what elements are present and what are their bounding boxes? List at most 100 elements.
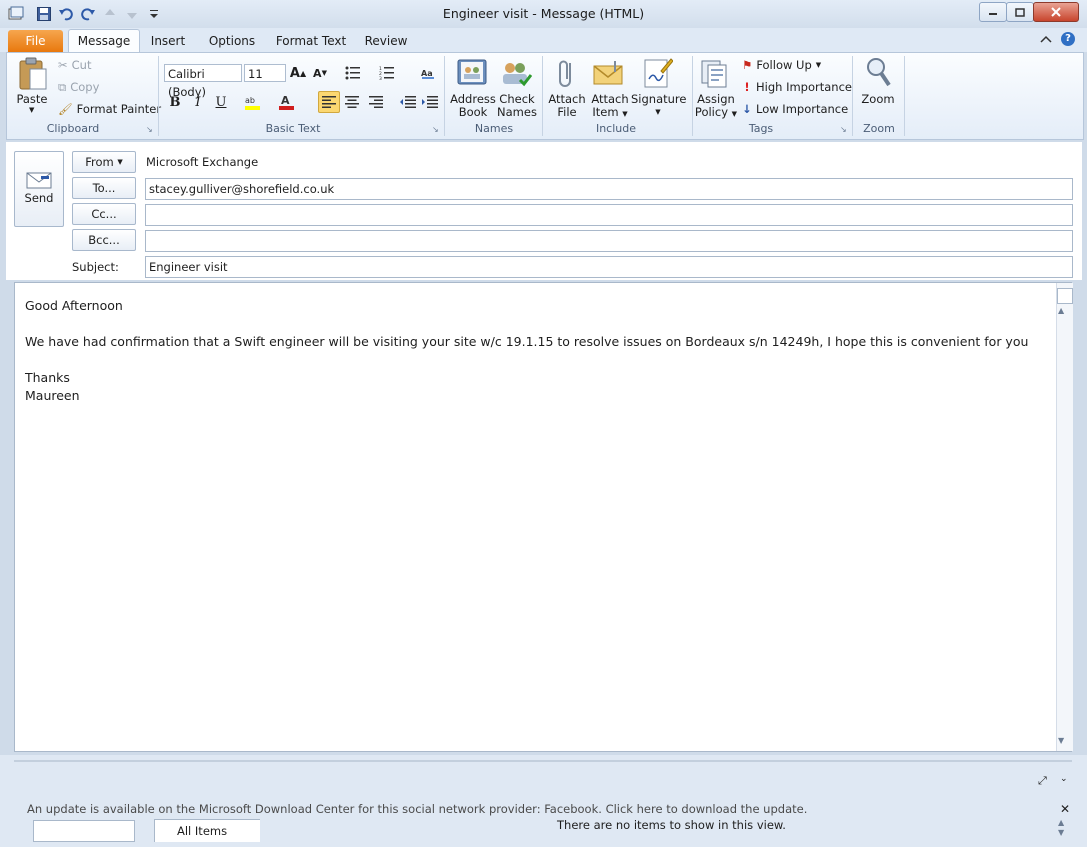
attach-item-button[interactable]: Attach Item ▼: [589, 93, 631, 121]
copy-button[interactable]: ⧉ Copy: [58, 78, 99, 96]
subject-field[interactable]: Engineer visit: [145, 256, 1073, 278]
assign-policy-icon[interactable]: [700, 57, 732, 92]
from-dropdown-icon: ▼: [117, 158, 123, 166]
numbering-icon[interactable]: 123: [377, 63, 397, 83]
scroll-up-icon[interactable]: ▲: [1058, 306, 1064, 315]
check-names-icon[interactable]: [500, 58, 533, 91]
svg-text:Aa: Aa: [421, 69, 433, 78]
update-notification[interactable]: An update is available on the Microsoft …: [27, 802, 807, 816]
tab-review[interactable]: Review: [360, 30, 412, 52]
paintbrush-icon: 🖌: [58, 102, 73, 116]
format-painter-button[interactable]: 🖌 Format Painter: [58, 100, 161, 118]
svg-text:A: A: [281, 94, 290, 107]
collapse-pane-icon[interactable]: ⌄: [1060, 774, 1068, 784]
person-photo-placeholder: [33, 820, 135, 842]
subject-label: Subject:: [72, 260, 119, 274]
flag-icon: ⚑: [742, 58, 753, 72]
assign-policy-button[interactable]: Assign Policy ▼: [694, 93, 738, 121]
help-icon[interactable]: ?: [1061, 32, 1075, 46]
send-envelope-icon: [26, 172, 52, 193]
align-left-icon[interactable]: [318, 91, 340, 113]
tab-format-text[interactable]: Format Text: [274, 30, 348, 52]
close-button[interactable]: [1033, 2, 1079, 22]
message-body[interactable]: [14, 282, 1072, 752]
zoom-button[interactable]: Zoom: [858, 93, 898, 106]
maximize-button[interactable]: [1006, 2, 1034, 22]
paste-dropdown-icon[interactable]: ▼: [29, 106, 34, 114]
paste-icon[interactable]: [18, 57, 48, 94]
vertical-scrollbar[interactable]: [1056, 283, 1073, 751]
zoom-group-label: Zoom: [863, 122, 895, 135]
address-book-icon[interactable]: [456, 58, 488, 91]
basic-text-launcher-icon[interactable]: ↘: [432, 125, 439, 134]
tab-file[interactable]: File: [8, 30, 63, 52]
tab-insert[interactable]: Insert: [145, 30, 191, 52]
people-pane-scroll-icon[interactable]: ▲ ▼: [1058, 818, 1064, 838]
cc-button[interactable]: Cc...: [72, 203, 136, 225]
ruler-toggle-icon[interactable]: [1057, 288, 1073, 304]
minimize-button[interactable]: [979, 2, 1007, 22]
tab-message[interactable]: Message: [68, 29, 140, 53]
highlight-icon[interactable]: ab: [243, 92, 263, 112]
svg-text:ab: ab: [245, 96, 255, 105]
magnifier-icon[interactable]: [864, 56, 892, 91]
send-button[interactable]: Send: [14, 151, 64, 227]
italic-icon[interactable]: I: [188, 92, 208, 112]
minimize-ribbon-icon[interactable]: [1040, 33, 1052, 47]
clipboard-group-label: Clipboard: [46, 122, 100, 135]
shrink-font-icon[interactable]: A ▼: [310, 63, 330, 83]
cut-button[interactable]: ✂ Cut: [58, 56, 91, 74]
signature-button[interactable]: Signature ▼: [631, 93, 686, 119]
underline-icon[interactable]: U: [211, 92, 231, 112]
to-button[interactable]: To...: [72, 177, 136, 199]
bullets-icon[interactable]: [343, 63, 363, 83]
attach-file-button[interactable]: Attach File: [547, 93, 587, 119]
include-group-label: Include: [595, 122, 637, 135]
bold-icon[interactable]: B: [165, 92, 185, 112]
body-greeting: Good Afternoon: [25, 298, 123, 313]
paste-button[interactable]: Paste: [14, 93, 50, 106]
window-title: Engineer visit - Message (HTML): [442, 6, 645, 21]
align-right-icon[interactable]: [366, 92, 386, 112]
increase-indent-icon[interactable]: [420, 92, 440, 112]
body-thanks: Thanks: [25, 370, 70, 385]
close-notification-icon[interactable]: ✕: [1060, 802, 1070, 816]
exclamation-icon: !: [744, 80, 750, 94]
copy-icon: ⧉: [58, 79, 67, 94]
bcc-field[interactable]: [145, 230, 1073, 252]
font-color-icon[interactable]: A: [277, 92, 297, 112]
envelope-icon[interactable]: [593, 60, 625, 89]
expand-pane-icon[interactable]: ⤢: [1038, 774, 1047, 788]
high-importance-button[interactable]: ! High Importance: [742, 78, 852, 96]
svg-text:3: 3: [379, 76, 382, 80]
group-divider: [904, 56, 905, 136]
group-divider: [692, 56, 693, 136]
tab-options[interactable]: Options: [204, 30, 260, 52]
clipboard-launcher-icon[interactable]: ↘: [146, 125, 153, 134]
signature-dropdown-icon: ▼: [655, 108, 661, 116]
bcc-button[interactable]: Bcc...: [72, 229, 136, 251]
all-items-tab[interactable]: All Items: [154, 819, 260, 842]
cc-field[interactable]: [145, 204, 1073, 226]
clear-formatting-icon[interactable]: Aa: [418, 63, 438, 83]
address-book-button[interactable]: Address Book: [450, 93, 496, 119]
from-button[interactable]: From ▼: [72, 151, 136, 173]
low-importance-button[interactable]: ↓ Low Importance: [742, 100, 848, 118]
decrease-indent-icon[interactable]: [398, 92, 418, 112]
pane-divider[interactable]: [14, 760, 1072, 762]
align-center-icon[interactable]: [342, 92, 362, 112]
grow-font-icon[interactable]: A ▲: [288, 63, 308, 83]
font-name-select[interactable]: Calibri (Body): [164, 64, 242, 99]
paperclip-icon[interactable]: [556, 57, 578, 92]
scissors-icon: ✂: [58, 58, 68, 72]
follow-up-button[interactable]: ⚑ Follow Up ▼: [742, 56, 821, 74]
group-divider: [444, 56, 445, 136]
signature-icon[interactable]: [643, 57, 674, 92]
check-names-button[interactable]: Check Names: [496, 93, 538, 119]
follow-up-dropdown-icon: ▼: [815, 61, 822, 69]
to-field[interactable]: stacey.gulliver@shorefield.co.uk: [145, 178, 1073, 200]
font-size-select[interactable]: 11: [244, 64, 286, 82]
tags-launcher-icon[interactable]: ↘: [840, 125, 847, 134]
group-divider: [542, 56, 543, 136]
scroll-down-icon[interactable]: ▼: [1058, 736, 1064, 745]
